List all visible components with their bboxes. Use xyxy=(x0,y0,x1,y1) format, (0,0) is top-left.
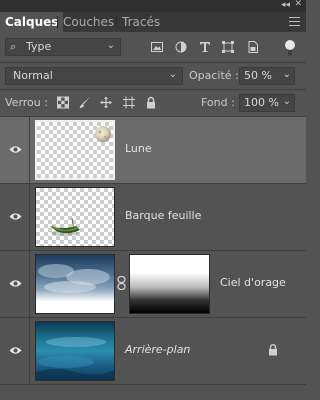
layer-name[interactable]: Arrière-plan xyxy=(125,343,190,356)
chevron-down-icon: ⌄ xyxy=(106,40,115,51)
layer-thumbnail-moon[interactable] xyxy=(35,120,115,180)
layer-row-barque-feuille[interactable]: Barque feuille xyxy=(0,184,306,251)
fill-field[interactable]: 100 % ⌄ xyxy=(239,94,295,112)
layer-name[interactable]: Ciel d'orage xyxy=(220,276,286,289)
lock-position-icon[interactable] xyxy=(100,96,112,109)
link-chain-icon[interactable] xyxy=(117,276,126,290)
visibility-cell[interactable] xyxy=(0,117,30,183)
tab-traces[interactable]: Tracés xyxy=(117,12,165,32)
layer-name[interactable]: Lune xyxy=(125,142,152,155)
type-filter-icon[interactable] xyxy=(199,41,211,53)
fill-value: 100 % xyxy=(244,96,279,109)
layer-thumbnail-storm-sky[interactable] xyxy=(35,254,115,314)
image-filter-icon[interactable] xyxy=(151,41,163,53)
lock-image-pixels-icon[interactable] xyxy=(79,96,91,109)
tab-couches[interactable]: Couches xyxy=(58,12,119,32)
panel-tab-bar: Calques Couches Tracés xyxy=(0,12,306,32)
blend-mode-value: Normal xyxy=(13,69,53,82)
layer-thumbnail-boat[interactable] xyxy=(35,187,115,247)
lock-artboard-icon[interactable] xyxy=(123,96,135,109)
eye-icon[interactable] xyxy=(9,212,22,221)
moon-image xyxy=(95,126,111,142)
visibility-cell[interactable] xyxy=(0,251,30,317)
visibility-cell[interactable] xyxy=(0,184,30,250)
opacity-label: Opacité : xyxy=(189,69,239,82)
eye-icon[interactable] xyxy=(9,145,22,154)
chevron-down-icon[interactable]: ⌄ xyxy=(283,96,291,107)
tab-calques[interactable]: Calques xyxy=(0,12,64,32)
storm-sky-image xyxy=(38,264,110,293)
underwater-image xyxy=(36,337,114,380)
leaf-boat-image xyxy=(50,217,80,236)
eye-icon[interactable] xyxy=(9,346,22,355)
smart-object-filter-icon[interactable] xyxy=(247,41,259,53)
search-icon: ⌕ xyxy=(10,40,17,53)
layer-mask-thumbnail[interactable] xyxy=(129,254,210,314)
filter-toggle[interactable] xyxy=(285,40,295,56)
lock-label: Verrou : xyxy=(5,96,48,109)
blend-row: Normal ⌄ Opacité : 50 % ⌄ xyxy=(0,63,306,89)
panel-top-strip: ◂◂ ✕ xyxy=(0,0,306,12)
empty-layer-area xyxy=(0,385,306,400)
collapse-panel-icon[interactable]: ◂◂ xyxy=(281,0,290,10)
lock-transparent-pixels-icon[interactable] xyxy=(57,96,69,109)
layer-row-lune[interactable]: Lune xyxy=(0,117,306,184)
layer-filter-row: ⌕ Type ⌄ xyxy=(0,32,306,62)
eye-icon[interactable] xyxy=(9,279,22,288)
layer-row-arriere-plan[interactable]: Arrière-plan xyxy=(0,318,306,385)
chevron-down-icon[interactable]: ⌄ xyxy=(283,69,291,80)
opacity-field[interactable]: 50 % ⌄ xyxy=(239,67,295,85)
layer-row-ciel-dorage[interactable]: Ciel d'orage xyxy=(0,251,306,318)
filter-kind-label: Type xyxy=(26,40,52,53)
lock-icon[interactable] xyxy=(268,344,278,356)
chevron-down-icon: ⌄ xyxy=(168,69,177,80)
filter-toggle-knob xyxy=(285,40,295,50)
lock-row: Verrou : Fond : 100 % ⌄ xyxy=(0,90,306,116)
filter-kind-select[interactable]: ⌕ Type ⌄ xyxy=(5,38,121,56)
lock-all-icon[interactable] xyxy=(145,96,157,109)
shape-filter-icon[interactable] xyxy=(222,41,234,53)
layer-name[interactable]: Barque feuille xyxy=(125,209,201,222)
panel-menu-icon[interactable] xyxy=(289,17,300,29)
blend-mode-select[interactable]: Normal ⌄ xyxy=(5,67,183,85)
close-panel-icon[interactable]: ✕ xyxy=(294,0,302,9)
visibility-cell[interactable] xyxy=(0,318,30,384)
adjustment-filter-icon[interactable] xyxy=(175,41,187,53)
opacity-value: 50 % xyxy=(244,69,272,82)
layer-thumbnail-underwater[interactable] xyxy=(35,321,115,381)
fill-label: Fond : xyxy=(201,96,235,109)
